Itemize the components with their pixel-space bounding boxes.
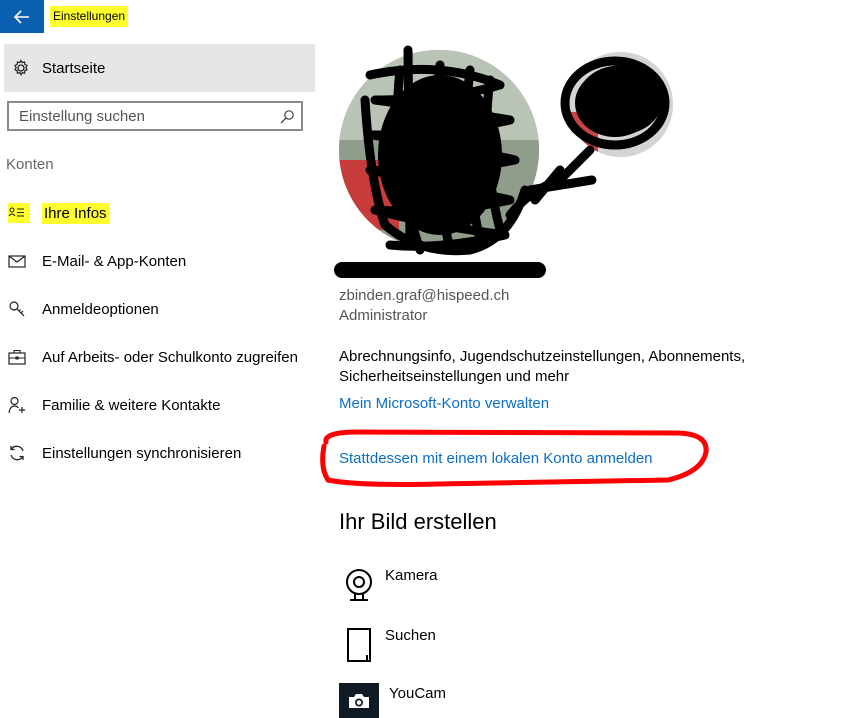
- back-button[interactable]: [0, 0, 44, 33]
- sidebar-item-label: Einstellungen synchronisieren: [42, 444, 242, 462]
- sidebar-item-arbeitskonto[interactable]: Auf Arbeits- oder Schulkonto zugreifen: [8, 342, 298, 372]
- briefcase-icon: [8, 347, 30, 367]
- sidebar-item-label: Ihre Infos: [42, 202, 109, 224]
- sidebar-item-label: Auf Arbeits- oder Schulkonto zugreifen: [42, 348, 298, 366]
- person-add-icon: [8, 395, 30, 415]
- mail-icon: [8, 251, 30, 271]
- sidebar-item-home-label: Startseite: [42, 59, 106, 77]
- webcam-icon: [339, 565, 379, 605]
- picture-option-suchen[interactable]: Suchen: [339, 625, 639, 665]
- sync-icon: [8, 443, 30, 463]
- file-browse-icon: [339, 625, 379, 665]
- person-card-icon: [8, 203, 30, 223]
- camera-app-icon: [339, 683, 379, 718]
- picture-option-label: YouCam: [389, 685, 446, 702]
- sidebar-item-familie[interactable]: Familie & weitere Kontakte: [8, 390, 220, 420]
- account-email: zbinden.graf@hispeed.ch: [339, 287, 510, 304]
- account-role: Administrator: [339, 307, 428, 324]
- sidebar-item-label: Familie & weitere Kontakte: [42, 396, 221, 414]
- local-account-link[interactable]: Stattdessen mit einem lokalen Konto anme…: [339, 450, 653, 467]
- back-arrow-icon: [14, 9, 29, 24]
- sidebar-item-email-app[interactable]: E-Mail- & App-Konten: [8, 246, 186, 276]
- create-picture-heading: Ihr Bild erstellen: [339, 509, 497, 534]
- sidebar-item-sync[interactable]: Einstellungen synchronisieren: [8, 438, 241, 468]
- manage-microsoft-account-link[interactable]: Mein Microsoft-Konto verwalten: [339, 395, 549, 412]
- gear-icon: [11, 58, 31, 78]
- redaction-scribble: [360, 45, 670, 256]
- sidebar-item-label: Anmeldeoptionen: [42, 300, 159, 318]
- picture-option-youcam[interactable]: YouCam: [339, 683, 639, 718]
- redacted-account-name: [334, 262, 546, 278]
- sidebar-item-ihre-infos[interactable]: Ihre Infos: [8, 198, 109, 228]
- picture-option-kamera[interactable]: Kamera: [339, 565, 639, 605]
- app-title: Einstellungen: [50, 6, 129, 27]
- search-icon[interactable]: [279, 109, 295, 125]
- sidebar-item-anmeldeoptionen[interactable]: Anmeldeoptionen: [8, 294, 159, 324]
- billing-info-text: Abrechnungsinfo, Jugendschutzeinstellung…: [339, 348, 746, 385]
- section-label-konten: Konten: [6, 156, 54, 173]
- sidebar-item-home[interactable]: Startseite: [4, 44, 315, 92]
- sidebar-item-label: E-Mail- & App-Konten: [42, 252, 187, 270]
- search-input[interactable]: [19, 107, 269, 125]
- picture-option-label: Kamera: [385, 567, 438, 584]
- picture-option-label: Suchen: [385, 627, 436, 644]
- search-field[interactable]: [7, 101, 303, 131]
- key-icon: [8, 299, 30, 319]
